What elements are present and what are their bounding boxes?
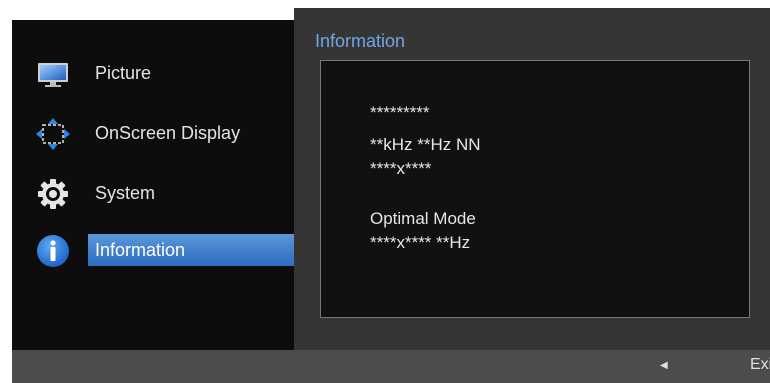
info-icon (36, 234, 70, 267)
info-line: ********* (370, 103, 430, 122)
exit-button[interactable]: Exit (750, 356, 770, 374)
menu-item-label: OnScreen Display (95, 123, 241, 143)
menu-item-information[interactable]: Information (12, 230, 294, 270)
panel-title: Information (315, 31, 406, 51)
menu-item-label: System (95, 183, 156, 203)
menu-item-onscreen-display[interactable]: OnScreen Display (12, 114, 294, 154)
bottom-bar: ◀ Exit (12, 350, 770, 383)
main-menu: Picture OnScreen Display System Informat… (12, 20, 294, 350)
osd-menu: Picture OnScreen Display System Informat… (12, 8, 770, 383)
gear-icon (36, 178, 70, 210)
left-arrow-icon[interactable]: ◀ (660, 360, 668, 371)
information-panel: Information ********* **kHz **Hz NN ****… (294, 8, 770, 350)
menu-item-picture[interactable]: Picture (12, 54, 294, 94)
info-line: Optimal Mode (370, 209, 476, 228)
info-line: ****x**** **Hz (370, 233, 471, 252)
info-line: ****x**** (370, 159, 432, 178)
menu-item-system[interactable]: System (12, 174, 294, 214)
info-box: ********* **kHz **Hz NN ****x**** Optima… (320, 60, 750, 318)
monitor-icon (36, 58, 70, 90)
info-line: **kHz **Hz NN (370, 135, 481, 154)
menu-item-label: Picture (95, 63, 152, 83)
menu-item-label: Information (88, 234, 294, 266)
move-arrows-icon (36, 118, 70, 150)
